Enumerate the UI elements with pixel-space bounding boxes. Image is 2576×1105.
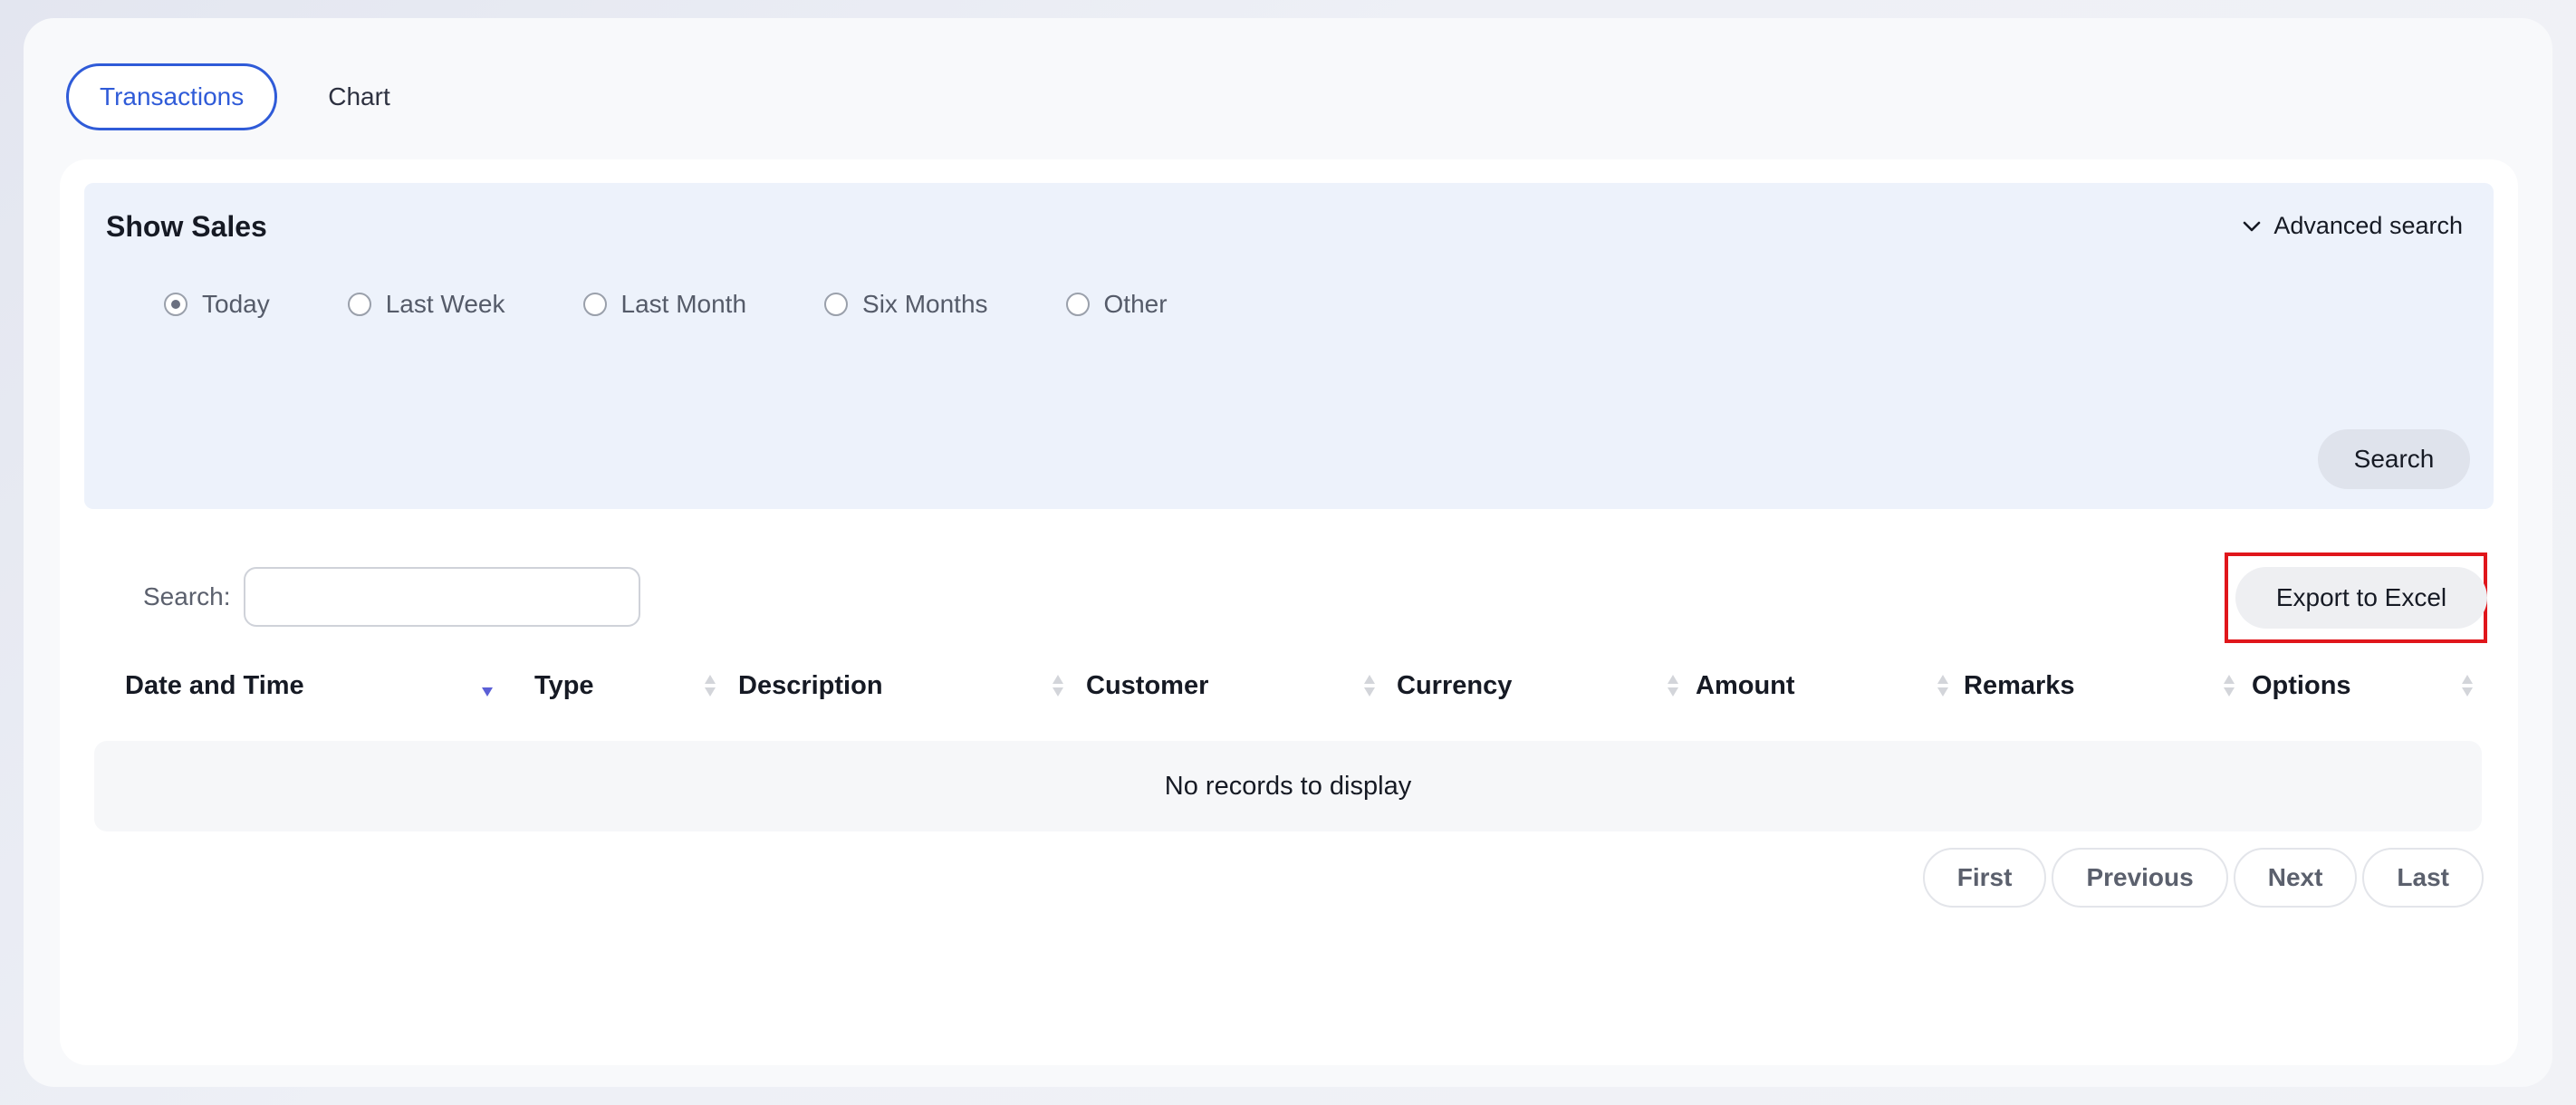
column-header-amount[interactable]: Amount [1696,656,1795,716]
radio-last-month[interactable] [582,293,607,316]
radio-option-other[interactable]: Other [1065,290,1168,319]
column-header-remarks[interactable]: Remarks [1964,656,2075,716]
chevron-down-icon [2244,221,2261,231]
next-page-button[interactable]: Next [2233,848,2358,908]
sort-icon[interactable] [2222,672,2236,699]
radio-option-last-month[interactable]: Last Month [582,290,747,319]
radio-today[interactable] [164,293,187,316]
sort-icon[interactable] [703,672,717,699]
advanced-search-toggle[interactable]: Advanced search [2241,212,2463,240]
radio-label: Last Month [620,290,747,318]
radio-other[interactable] [1065,293,1090,316]
app-card: Transactions Chart Show Sales Advanced s… [24,18,2552,1087]
column-header-type[interactable]: Type [534,656,594,716]
radio-option-today[interactable]: Today [164,290,270,319]
filter-title: Show Sales [106,210,267,243]
column-header-currency[interactable]: Currency [1397,656,1512,716]
column-header-options[interactable]: Options [2252,656,2351,716]
radio-last-week[interactable] [347,293,371,316]
pagination: First Previous Next Last [1922,848,2484,908]
sort-desc-icon[interactable] [480,672,495,699]
column-header-description[interactable]: Description [738,656,883,716]
table-search-input[interactable] [243,567,640,627]
radio-label: Last Week [385,290,505,318]
sort-icon[interactable] [1936,672,1950,699]
radio-option-last-week[interactable]: Last Week [347,290,505,319]
table-search: Search: [143,567,640,627]
sort-icon[interactable] [1362,672,1377,699]
table-search-label: Search: [143,582,231,610]
previous-page-button[interactable]: Previous [2052,848,2228,908]
sort-icon[interactable] [2460,672,2475,699]
radio-label: Six Months [862,290,988,318]
column-header-customer[interactable]: Customer [1086,656,1208,716]
tab-chart[interactable]: Chart [297,63,420,130]
empty-table-message: No records to display [94,741,2482,831]
last-page-button[interactable]: Last [2362,848,2484,908]
search-button[interactable]: Search [2318,429,2470,489]
tab-transactions[interactable]: Transactions [66,63,278,130]
radio-option-six-months[interactable]: Six Months [824,290,988,319]
column-header-date-and-time[interactable]: Date and Time [125,656,304,716]
show-sales-filter: Show Sales Advanced search Today Last We… [84,183,2494,509]
advanced-search-label: Advanced search [2273,212,2463,239]
radio-six-months[interactable] [824,293,849,316]
radio-label: Other [1103,290,1168,318]
export-to-excel-button[interactable]: Export to Excel [2235,567,2487,629]
first-page-button[interactable]: First [1922,848,2047,908]
radio-label: Today [202,290,270,318]
sort-icon[interactable] [1051,672,1065,699]
tab-bar: Transactions Chart [66,63,421,130]
sort-icon[interactable] [1666,672,1680,699]
main-panel: Show Sales Advanced search Today Last We… [60,159,2518,1065]
table-header: Date and Time Type Description Customer … [94,656,2485,716]
period-radio-group: Today Last Week Last Month Six Months Ot… [164,290,1245,319]
